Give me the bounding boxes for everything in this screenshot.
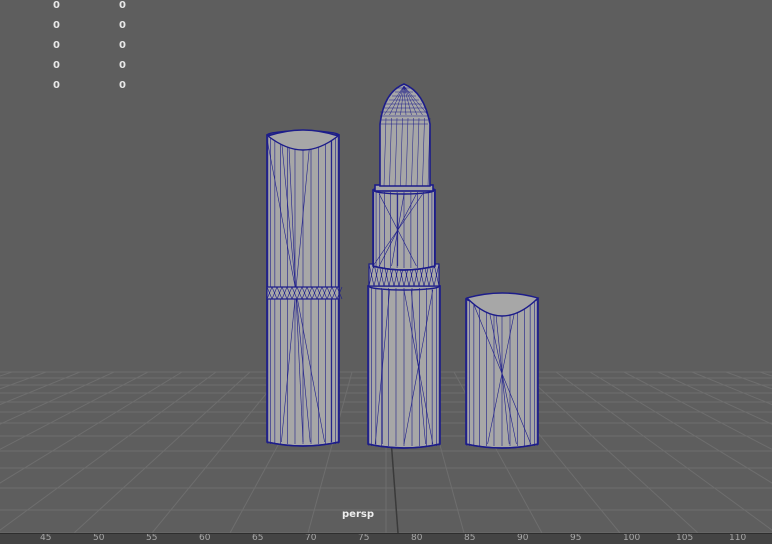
grid-line: [725, 371, 772, 390]
grid-line: [0, 371, 81, 406]
hud-value: 0: [53, 60, 60, 71]
time-tick-label: 75: [358, 533, 370, 543]
hud-value: 0: [119, 0, 126, 11]
time-tick-label: 85: [464, 533, 476, 543]
hud-value: 0: [53, 40, 60, 51]
hud-value: 0: [53, 80, 60, 91]
persp-viewport[interactable]: 0 0 0 0 0 0 0 0 0 0 persp: [0, 0, 772, 533]
time-tick-label: 100: [623, 533, 641, 543]
grid-line: [691, 371, 772, 406]
grid-line: [623, 371, 772, 450]
grid-line: [759, 371, 772, 377]
lipstick-cap-right: [465, 292, 540, 449]
time-tick-label: 50: [93, 533, 105, 543]
grid-line: [0, 371, 13, 377]
hud-value: 0: [119, 20, 126, 31]
time-tick-label: 90: [517, 533, 529, 543]
hud-value: 0: [119, 80, 126, 91]
grid-line: [555, 371, 772, 531]
time-slider[interactable]: 45 50 55 60 65 70 75 80 85 90 95 100 105 110: [0, 533, 772, 544]
grid-line: [0, 371, 217, 531]
grid-line: [521, 371, 699, 533]
time-tick-label: 55: [146, 533, 158, 543]
time-tick-label: 65: [252, 533, 264, 543]
time-tick-label: 60: [199, 533, 211, 543]
lipstick-case-left: [266, 129, 343, 447]
time-tick-label: 45: [40, 533, 52, 543]
time-tick-label: 110: [729, 533, 747, 543]
camera-name-label: persp: [342, 509, 374, 520]
grid-line: [589, 371, 772, 484]
time-tick-label: 95: [570, 533, 582, 543]
grid-line: [73, 371, 251, 533]
hud-value: 0: [119, 40, 126, 51]
grid-line: [0, 371, 47, 390]
grid-line: [657, 371, 772, 425]
hud-row: 0 0: [0, 0, 160, 14]
grid-line: [0, 371, 183, 484]
lipstick-center: [367, 83, 441, 449]
hud-value: 0: [53, 20, 60, 31]
grid-line: [151, 371, 285, 533]
hud-row: 0 0: [0, 80, 160, 94]
hud-value: 0: [119, 60, 126, 71]
hud-row: 0 0: [0, 60, 160, 74]
grid-line: [0, 371, 115, 425]
grid-line: [0, 371, 149, 450]
time-tick-label: 80: [411, 533, 423, 543]
hud-row: 0 0: [0, 20, 160, 34]
hud-row: 0 0: [0, 40, 160, 54]
time-tick-label: 70: [305, 533, 317, 543]
time-tick-label: 105: [676, 533, 694, 543]
hud-value: 0: [53, 0, 60, 11]
